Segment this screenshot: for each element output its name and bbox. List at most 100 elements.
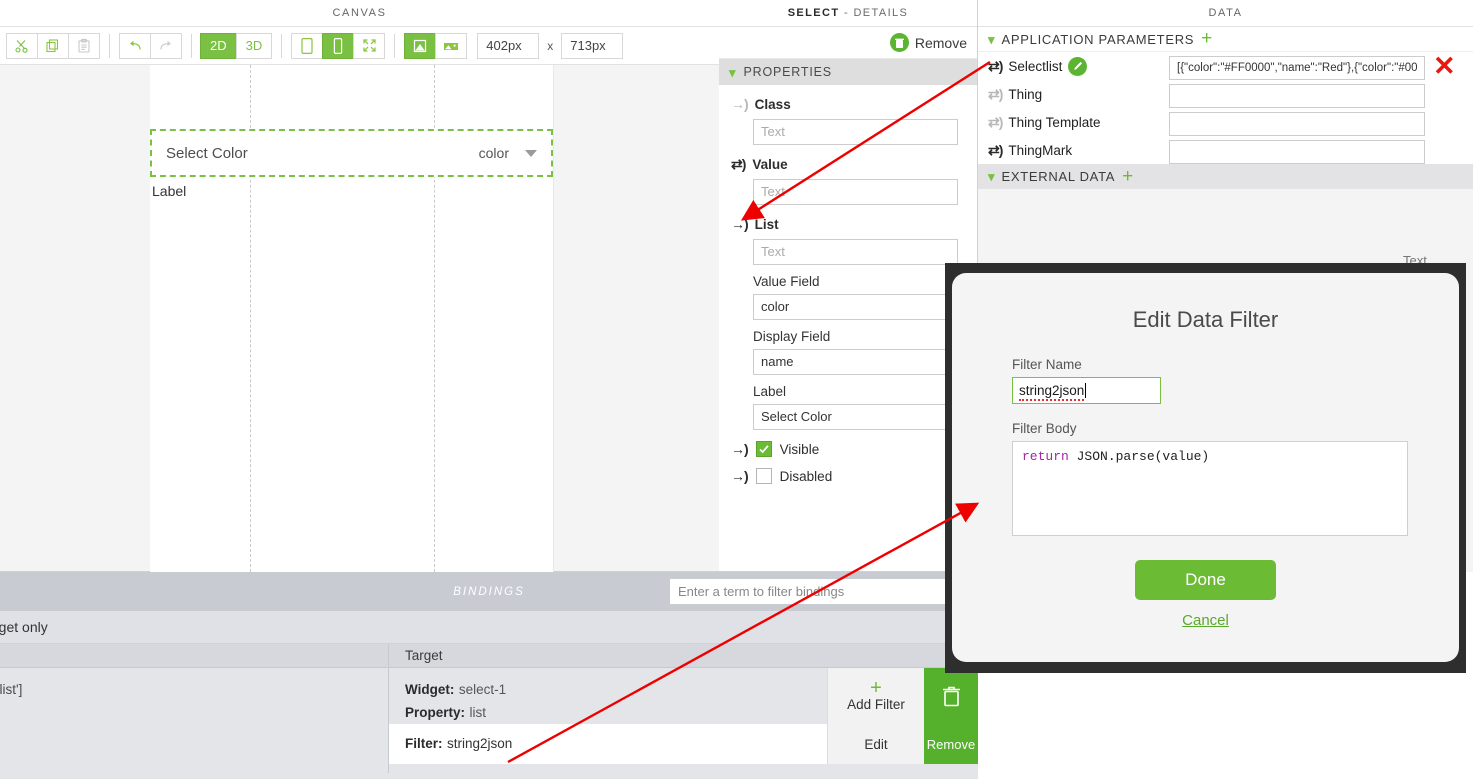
selectlist-value-text: [{"color":"#FF0000","name":"Red"},{"colo…	[1169, 56, 1425, 80]
trash-circle-icon[interactable]	[889, 33, 909, 52]
one-way-binding-icon[interactable]: →)	[731, 96, 749, 112]
remove-button[interactable]: Remove	[915, 35, 967, 51]
binding-source-cell: Selectlist']	[0, 668, 388, 773]
parameter-label-thing-template: Thing Template	[1008, 114, 1101, 130]
canvas-label-widget[interactable]: Label	[152, 183, 186, 199]
select-widget-label: Select Color	[166, 144, 248, 162]
add-filter-label: Add Filter	[847, 697, 905, 712]
two-way-binding-icon[interactable]: ⇄)	[988, 58, 1003, 75]
two-way-binding-icon[interactable]: ⇄)	[988, 142, 1003, 159]
chevron-down-icon	[525, 149, 537, 157]
phone-view-button[interactable]	[322, 32, 355, 59]
target-widget-line: Widget: select-1	[405, 678, 827, 701]
bindings-column-headers: Target	[0, 644, 978, 668]
binding-row: Selectlist'] Widget: select-1 Property: …	[0, 668, 978, 773]
copy-icon	[46, 38, 59, 52]
column-source	[0, 644, 388, 667]
label-value-field: Value Field	[753, 274, 820, 289]
selectlist-value-input[interactable]: [{"color":"#FF0000","name":"Red"},{"colo…	[1169, 56, 1425, 80]
tablet-view-button[interactable]	[291, 32, 324, 59]
two-way-binding-icon[interactable]: ⇄)	[988, 86, 1003, 103]
select-widget-preview[interactable]: Select Color color	[150, 129, 553, 177]
add-external-data-button[interactable]: +	[1122, 167, 1133, 186]
thing-value-text	[1169, 84, 1425, 108]
disabled-checkbox[interactable]	[755, 468, 772, 484]
landscape-button[interactable]	[435, 32, 468, 59]
cancel-link[interactable]: Cancel	[952, 612, 1459, 629]
thing-template-value-input[interactable]	[1169, 112, 1425, 136]
toolbar-divider-2	[191, 33, 192, 58]
binding-source-text: Selectlist']	[0, 682, 23, 697]
add-application-parameter-button[interactable]: +	[1201, 29, 1212, 48]
filter-body-editor[interactable]: return JSON.parse(value)	[1012, 441, 1408, 536]
target-property-value: list	[469, 705, 486, 721]
filter-label: Filter:	[405, 736, 443, 751]
target-property-label: Property:	[405, 705, 466, 721]
label-field-input[interactable]: Select Color	[753, 404, 958, 430]
external-data-label: EXTERNAL DATA	[1001, 169, 1116, 184]
done-button[interactable]: Done	[1135, 560, 1276, 600]
fullscreen-button[interactable]	[353, 32, 386, 59]
filter-body-keyword: return	[1022, 449, 1069, 464]
edit-data-filter-dialog: Edit Data Filter Filter Name string2json…	[952, 273, 1459, 662]
portrait-button[interactable]	[404, 32, 437, 59]
paste-button[interactable]	[68, 32, 100, 59]
one-way-binding-icon[interactable]: →)	[731, 468, 749, 484]
parameter-label-thing: Thing	[1008, 86, 1043, 102]
thingmark-value-text	[1169, 140, 1425, 164]
view-3d-button[interactable]: 3D	[235, 32, 273, 59]
canvas-stage[interactable]: Select Color color Label	[0, 65, 719, 572]
canvas-width-input[interactable]: 402px	[477, 32, 540, 59]
value-input[interactable]: Text	[753, 179, 958, 205]
clipboard-group	[6, 32, 100, 59]
two-way-binding-icon[interactable]: ⇄)	[731, 156, 746, 173]
toolbar-divider-1	[109, 33, 110, 58]
property-label-class: Class	[754, 96, 791, 112]
property-row-list: →) List Text	[719, 205, 977, 265]
filter-body-label: Filter Body	[1012, 421, 1077, 436]
property-label-value: Value	[752, 156, 788, 172]
canvas-region: CANVAS 2D 3D 402px x 713px Select Color …	[0, 0, 719, 572]
property-row-class: →) Class Text	[719, 85, 977, 145]
one-way-binding-icon[interactable]: →)	[731, 441, 749, 457]
paste-icon	[78, 38, 90, 53]
delete-selectlist-button[interactable]: ✕	[1433, 53, 1456, 80]
canvas-panel-header: CANVAS	[0, 0, 719, 27]
properties-section-header[interactable]: ▾ PROPERTIES	[719, 59, 977, 85]
application-parameters-header[interactable]: ▾ APPLICATION PARAMETERS +	[978, 27, 1473, 52]
copy-button[interactable]	[37, 32, 69, 59]
undo-button[interactable]	[119, 32, 151, 59]
thing-value-input[interactable]	[1169, 84, 1425, 108]
plus-icon: +	[870, 677, 882, 699]
visible-checkbox[interactable]	[755, 441, 772, 457]
view-2d-button[interactable]: 2D	[200, 32, 237, 59]
details-title-bold: SELECT	[787, 7, 840, 19]
external-data-header[interactable]: ▾ EXTERNAL DATA +	[978, 164, 1473, 189]
two-way-binding-icon[interactable]: ⇄)	[988, 114, 1003, 131]
filter-value: string2json	[446, 736, 513, 751]
edit-filter-button[interactable]: Edit	[827, 724, 924, 764]
one-way-binding-icon[interactable]: →)	[731, 216, 749, 232]
thingmark-value-input[interactable]	[1169, 140, 1425, 164]
bindings-filter-input[interactable]: Enter a term to filter bindings	[670, 579, 978, 604]
target-info: Widget: select-1 Property: list	[389, 668, 827, 724]
landscape-image-icon	[444, 42, 459, 50]
target-widget-value: select-1	[458, 682, 507, 697]
binding-target-cell: Widget: select-1 Property: list + Add Fi…	[388, 668, 978, 773]
add-filter-button[interactable]: + Add Filter	[827, 668, 924, 724]
display-field-input[interactable]: name	[753, 349, 958, 375]
redo-button[interactable]	[150, 32, 182, 59]
tablet-icon	[301, 37, 313, 54]
label-display-field: Display Field	[753, 329, 831, 344]
edit-pencil-circle-icon[interactable]	[1068, 56, 1088, 76]
delete-binding-button[interactable]	[924, 668, 978, 724]
class-input[interactable]: Text	[753, 119, 958, 145]
remove-filter-button[interactable]: Remove	[924, 724, 978, 764]
parameter-label-thingmark: ThingMark	[1008, 142, 1073, 158]
list-input[interactable]: Text	[753, 239, 958, 265]
value-field-input[interactable]: color	[753, 294, 958, 320]
filter-name-input[interactable]: string2json	[1012, 377, 1161, 404]
canvas-height-input[interactable]: 713px	[561, 32, 624, 59]
cut-button[interactable]	[6, 32, 38, 59]
history-group	[119, 32, 182, 59]
